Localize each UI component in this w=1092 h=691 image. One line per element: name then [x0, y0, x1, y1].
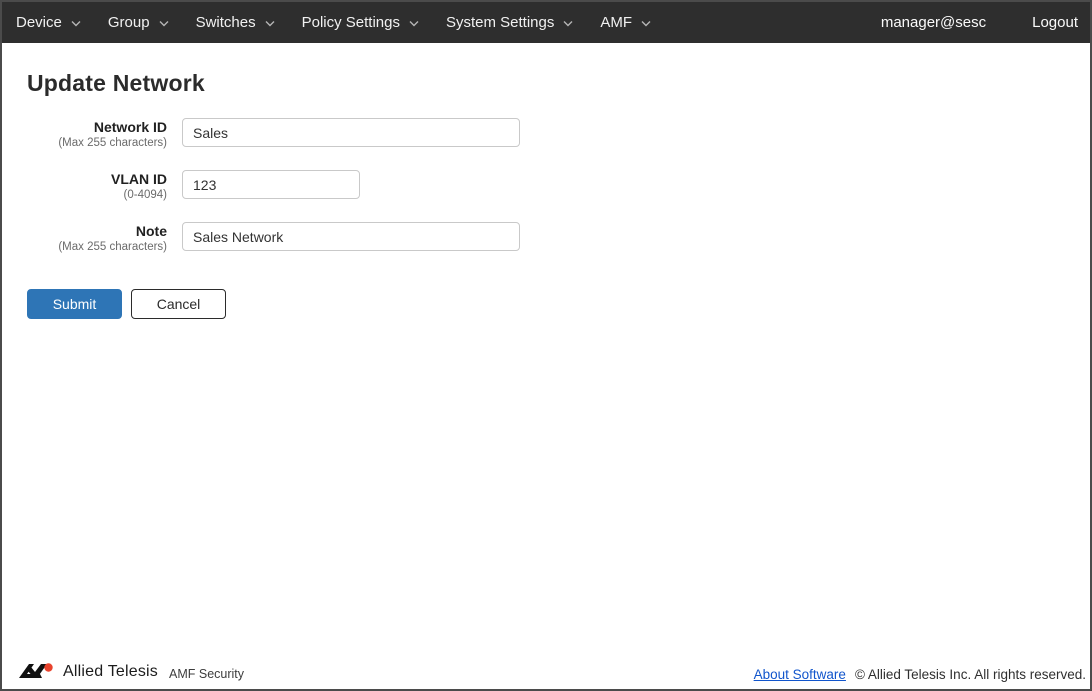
footer-links-group: About Software © Allied Telesis Inc. All… — [754, 667, 1086, 682]
footer-brand-group: Allied Telesis AMF Security — [18, 661, 244, 682]
vlan-id-label-group: VLAN ID (0-4094) — [27, 170, 167, 203]
note-label: Note — [27, 223, 167, 240]
nav-policy-settings-label: Policy Settings — [302, 14, 400, 31]
nav-group-label: Group — [108, 14, 150, 31]
page-title: Update Network — [27, 70, 1065, 97]
nav-switches[interactable]: Switches — [196, 14, 275, 31]
nav-menu: Device Group Switches Policy Settings — [16, 14, 651, 31]
chevron-down-icon — [265, 20, 275, 27]
nav-system-settings-label: System Settings — [446, 14, 554, 31]
vlan-id-hint: (0-4094) — [27, 188, 167, 203]
network-id-row: Network ID (Max 255 characters) — [27, 118, 1065, 151]
chevron-down-icon — [563, 20, 573, 27]
nav-group[interactable]: Group — [108, 14, 169, 31]
note-input[interactable] — [182, 222, 520, 251]
nav-right-group: manager@sesc Logout — [881, 14, 1078, 31]
vlan-id-row: VLAN ID (0-4094) — [27, 170, 1065, 203]
network-id-label-group: Network ID (Max 255 characters) — [27, 118, 167, 151]
copyright-text: © Allied Telesis Inc. All rights reserve… — [855, 667, 1086, 682]
nav-switches-label: Switches — [196, 14, 256, 31]
vlan-id-label: VLAN ID — [27, 171, 167, 188]
allied-telesis-logo-icon — [18, 661, 56, 682]
brand-name: Allied Telesis — [63, 663, 158, 681]
submit-button[interactable]: Submit — [27, 289, 122, 319]
network-id-label: Network ID — [27, 119, 167, 136]
nav-system-settings[interactable]: System Settings — [446, 14, 573, 31]
app-window: Device Group Switches Policy Settings — [0, 0, 1092, 691]
logout-button[interactable]: Logout — [1032, 14, 1078, 31]
vlan-id-input[interactable] — [182, 170, 360, 199]
network-id-hint: (Max 255 characters) — [27, 136, 167, 151]
user-account-label: manager@sesc — [881, 14, 986, 31]
network-id-input[interactable] — [182, 118, 520, 147]
nav-device[interactable]: Device — [16, 14, 81, 31]
update-network-form: Network ID (Max 255 characters) VLAN ID … — [27, 118, 1065, 319]
chevron-down-icon — [71, 20, 81, 27]
main-content: Update Network Network ID (Max 255 chara… — [2, 43, 1090, 661]
nav-device-label: Device — [16, 14, 62, 31]
chevron-down-icon — [641, 20, 651, 27]
note-hint: (Max 255 characters) — [27, 240, 167, 255]
top-navbar: Device Group Switches Policy Settings — [2, 2, 1090, 43]
cancel-button[interactable]: Cancel — [131, 289, 226, 319]
page-footer: Allied Telesis AMF Security About Softwa… — [2, 661, 1090, 689]
product-name: AMF Security — [169, 667, 244, 681]
note-row: Note (Max 255 characters) — [27, 222, 1065, 255]
note-label-group: Note (Max 255 characters) — [27, 222, 167, 255]
nav-amf[interactable]: AMF — [600, 14, 651, 31]
chevron-down-icon — [159, 20, 169, 27]
about-software-link[interactable]: About Software — [754, 667, 846, 682]
nav-amf-label: AMF — [600, 14, 632, 31]
nav-policy-settings[interactable]: Policy Settings — [302, 14, 419, 31]
chevron-down-icon — [409, 20, 419, 27]
form-actions: Submit Cancel — [27, 289, 1065, 319]
